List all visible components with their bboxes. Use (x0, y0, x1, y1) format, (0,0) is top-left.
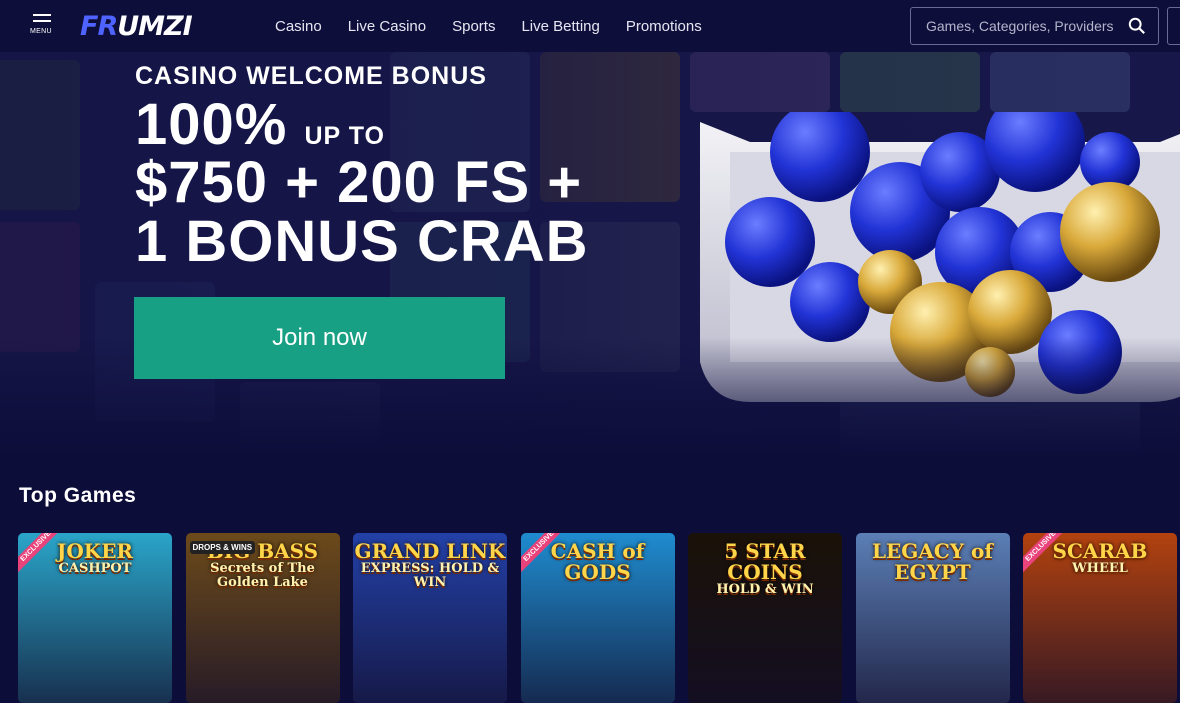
game-title-sub: CASHPOT (58, 561, 132, 576)
search-input[interactable] (926, 18, 1116, 34)
game-card[interactable]: BIG BASS Secrets of The Golden Lake DROPS … (185, 533, 340, 703)
game-card[interactable]: SCARAB WHEEL EXCLUSIVE (1023, 533, 1177, 703)
game-title: GRAND LINK EXPRESS: HOLD & WIN (353, 539, 507, 590)
nav-sports[interactable]: Sports (439, 18, 508, 35)
game-card[interactable]: 5 STAR COINS HOLD & WIN (688, 533, 842, 703)
game-title: 5 STAR COINS HOLD & WIN (688, 541, 842, 597)
bonus-upto: UP TO (304, 122, 385, 150)
game-title-main: GRAND LINK (354, 539, 506, 563)
top-bar: MENU FRUMZI Casino Live Casino Sports Li… (0, 0, 1180, 52)
menu-button[interactable]: MENU (28, 14, 58, 38)
nav-live-betting[interactable]: Live Betting (508, 18, 612, 35)
game-title-main: LEGACY of EGYPT (871, 539, 993, 584)
game-title-sub: WHEEL (1072, 561, 1128, 576)
search-icon[interactable] (1128, 17, 1146, 35)
game-title: LEGACY of EGYPT (856, 541, 1010, 583)
nav-promotions[interactable]: Promotions (613, 18, 715, 35)
game-title-main: CASH of GODS (550, 539, 645, 584)
bonus-percent: 100% (135, 92, 288, 157)
hamburger-icon-bar (33, 20, 51, 22)
menu-label: MENU (30, 28, 52, 35)
game-title-sub: EXPRESS: HOLD & WIN (360, 561, 500, 590)
game-title-main: 5 STAR COINS (724, 539, 806, 584)
hero-banner: CASINO WELCOME BONUS 100% UP TO $750 + 2… (0, 52, 1180, 457)
account-button[interactable] (1167, 7, 1180, 45)
nav-live-casino[interactable]: Live Casino (335, 18, 439, 35)
bonus-headline-line2: $750 + 200 FS + (135, 150, 583, 215)
bonus-kicker: CASINO WELCOME BONUS (135, 62, 487, 90)
game-title-sub: HOLD & WIN (716, 582, 814, 597)
game-title-main: JOKER (56, 539, 134, 563)
game-card[interactable]: CASH of GODS EXCLUSIVE (520, 533, 675, 703)
drops-wins-badge: DROPS & WINS (189, 541, 256, 554)
game-card[interactable]: JOKER CASHPOT EXCLUSIVE (18, 533, 172, 703)
game-card[interactable]: LEGACY of EGYPT (855, 533, 1010, 703)
hamburger-icon (33, 14, 51, 16)
game-title-main: SCARAB (1052, 539, 1148, 563)
bonus-headline-line3: 1 BONUS CRAB (135, 209, 589, 274)
join-now-button[interactable]: Join now (134, 297, 505, 379)
nav-casino[interactable]: Casino (262, 18, 335, 35)
main-nav: Casino Live Casino Sports Live Betting P… (262, 0, 715, 52)
search-box[interactable] (910, 7, 1159, 45)
top-games-title: Top Games (19, 484, 137, 507)
game-card[interactable]: GRAND LINK EXPRESS: HOLD & WIN (353, 533, 507, 703)
top-games-carousel: JOKER CASHPOT EXCLUSIVE BIG BASS Secrets of … (18, 533, 1180, 703)
logo[interactable]: FRUMZI (80, 11, 193, 42)
game-title-sub: Secrets of The Golden Lake (210, 561, 315, 590)
bonus-headline-line1: 100% UP TO (135, 96, 385, 154)
